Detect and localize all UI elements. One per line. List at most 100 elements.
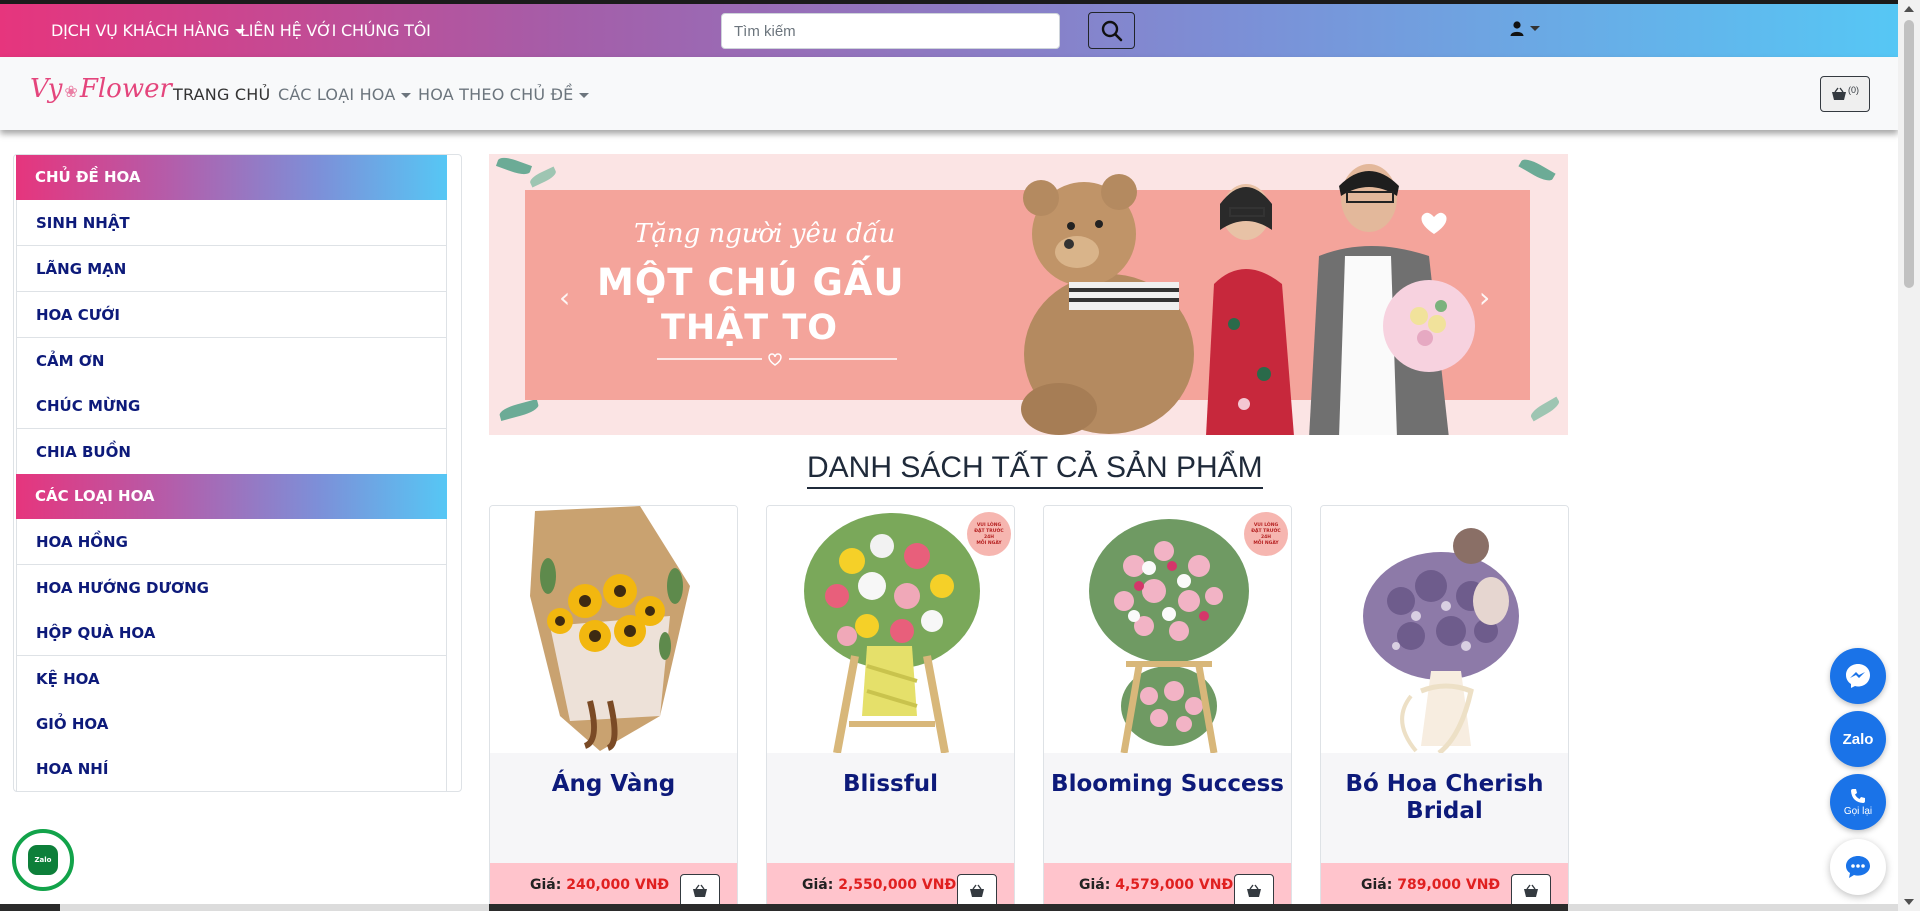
sidebar-item-wedding[interactable]: HOA CƯỚI: [16, 292, 447, 338]
sidebar-header-types: CÁC LOẠI HOA: [16, 474, 447, 519]
basket-icon: [1247, 884, 1261, 897]
banner-ornament: [657, 353, 897, 366]
page-root: DỊCH VỤ KHÁCH HÀNG LIÊN HỆ VỚI CHÚNG TÔI…: [0, 0, 1920, 911]
product-name[interactable]: Bó Hoa Cherish Bridal: [1327, 771, 1562, 825]
leaf-decoration: [1528, 396, 1562, 422]
carousel-next-button[interactable]: ›: [1479, 284, 1490, 312]
nav-home[interactable]: TRANG CHỦ: [173, 85, 270, 104]
carousel-prev-button[interactable]: ‹: [559, 284, 570, 312]
product-price: Giá: 240,000 VNĐ: [530, 877, 669, 893]
add-to-cart-button[interactable]: [1234, 874, 1274, 908]
scroll-segment: [0, 904, 60, 911]
section-title: DANH SÁCH TẤT CẢ SẢN PHẨM: [807, 451, 1263, 489]
basket-icon: [1832, 87, 1846, 100]
hero-banner[interactable]: Tặng người yêu dấu MỘT CHÚ GẤU THẬT TO ‹…: [489, 154, 1568, 435]
product-image[interactable]: [490, 506, 737, 753]
chat-button[interactable]: [1830, 839, 1886, 895]
sidebar-item-gift-boxes[interactable]: HỘP QUÀ HOA: [16, 610, 447, 656]
nav-by-theme-label: HOA THEO CHỦ ĐỀ: [418, 85, 574, 104]
cart-count: (0): [1848, 85, 1859, 95]
price-label: Giá:: [530, 877, 562, 893]
product-info: Blooming Success: [1044, 753, 1291, 863]
product-price: Giá: 789,000 VNĐ: [1361, 877, 1500, 893]
product-card[interactable]: VUI LÒNG ĐẶT TRƯỚC 24H MỖI NGÀY Blissful…: [766, 505, 1015, 911]
sidebar-item-flower-stands[interactable]: KỆ HOA: [16, 656, 447, 702]
sidebar-item-small-flowers[interactable]: HOA NHÍ: [16, 746, 447, 792]
preorder-badge: VUI LÒNG ĐẶT TRƯỚC 24H MỖI NGÀY: [1244, 512, 1288, 556]
sidebar-item-congrats[interactable]: CHÚC MỪNG: [16, 383, 447, 429]
product-card[interactable]: Áng Vàng Giá: 240,000 VNĐ: [489, 505, 738, 911]
leaf-decoration: [528, 166, 558, 188]
leaf-decoration: [1518, 155, 1556, 185]
user-icon: [1510, 21, 1524, 36]
leaf-decoration: [498, 399, 540, 421]
horizontal-scrollbar[interactable]: [0, 904, 1898, 911]
sidebar-item-birthday[interactable]: SINH NHẬT: [16, 200, 447, 246]
zalo-label: Zalo: [1842, 730, 1874, 748]
chat-bubble-icon: [1846, 856, 1870, 878]
sidebar-item-condolence[interactable]: CHIA BUỒN: [16, 429, 447, 475]
product-info: Bó Hoa Cherish Bridal: [1321, 753, 1568, 863]
add-to-cart-button[interactable]: [1511, 874, 1551, 908]
preorder-badge: VUI LÒNG ĐẶT TRƯỚC 24H MỖI NGÀY: [967, 512, 1011, 556]
customer-service-dropdown[interactable]: DỊCH VỤ KHÁCH HÀNG: [51, 21, 246, 40]
logo-text-vy: Vy: [30, 74, 63, 104]
price-label: Giá:: [1361, 877, 1393, 893]
banner-subtitle: Tặng người yêu dấu: [634, 219, 896, 249]
sidebar-item-romantic[interactable]: LÃNG MẠN: [16, 246, 447, 292]
price-value: 2,550,000 VNĐ: [838, 877, 957, 893]
user-menu[interactable]: [1510, 21, 1540, 36]
price-value: 789,000 VNĐ: [1397, 877, 1501, 893]
heart-icon: [1421, 212, 1447, 234]
zalo-button[interactable]: Zalo: [1830, 711, 1886, 767]
product-image[interactable]: VUI LÒNG ĐẶT TRƯỚC 24H MỖI NGÀY: [1044, 506, 1291, 754]
chevron-down-icon: [1530, 26, 1540, 31]
product-price: Giá: 4,579,000 VNĐ: [1079, 877, 1233, 893]
zalo-small-label: Zalo: [34, 856, 52, 864]
price-value: 4,579,000 VNĐ: [1115, 877, 1234, 893]
product-info: Áng Vàng: [490, 753, 737, 863]
product-image[interactable]: [1321, 506, 1568, 755]
sidebar-item-thanks[interactable]: CẢM ƠN: [16, 338, 447, 384]
nav-by-theme[interactable]: HOA THEO CHỦ ĐỀ: [418, 85, 590, 104]
chevron-down-icon: [401, 93, 412, 98]
badge-text: MỖI NGÀY: [1253, 541, 1279, 546]
zalo-chat-widget[interactable]: Zalo: [12, 829, 74, 891]
main-navbar: Vy ❀Flower TRANG CHỦ CÁC LOẠI HOA HOA THE…: [0, 57, 1898, 130]
product-name[interactable]: Áng Vàng: [496, 771, 731, 798]
product-card[interactable]: VUI LÒNG ĐẶT TRƯỚC 24H MỖI NGÀY Blooming…: [1043, 505, 1292, 911]
call-back-button[interactable]: Gọi lại: [1830, 774, 1886, 830]
product-card[interactable]: Bó Hoa Cherish Bridal Giá: 789,000 VNĐ: [1320, 505, 1569, 911]
product-name[interactable]: Blissful: [773, 771, 1008, 798]
product-image[interactable]: VUI LÒNG ĐẶT TRƯỚC 24H MỖI NGÀY: [767, 506, 1014, 754]
nav-flower-types[interactable]: CÁC LOẠI HOA: [278, 85, 412, 104]
add-to-cart-button[interactable]: [680, 874, 720, 908]
messenger-button[interactable]: [1830, 648, 1886, 704]
brand-logo[interactable]: Vy ❀Flower: [30, 74, 172, 104]
search-icon: [1101, 20, 1122, 41]
zalo-icon: Zalo: [28, 845, 58, 875]
sidebar-header-themes: CHỦ ĐỀ HOA: [16, 155, 447, 200]
basket-icon: [970, 884, 984, 897]
sidebar-item-sunflowers[interactable]: HOA HƯỚNG DƯƠNG: [16, 565, 447, 611]
sidebar-item-roses[interactable]: HOA HỒNG: [16, 519, 447, 565]
add-to-cart-button[interactable]: [957, 874, 997, 908]
contact-link[interactable]: LIÊN HỆ VỚI CHÚNG TÔI: [240, 21, 431, 40]
product-name[interactable]: Blooming Success: [1050, 771, 1285, 798]
banner-title-1: MỘT CHÚ GẤU: [597, 261, 905, 304]
cart-button[interactable]: (0): [1820, 76, 1870, 112]
search-input[interactable]: [721, 13, 1060, 49]
basket-icon: [693, 884, 707, 897]
sidebar-item-baskets[interactable]: GIỎ HOA: [16, 701, 447, 747]
scroll-down-icon[interactable]: [1904, 899, 1914, 905]
badge-text: MỖI NGÀY: [976, 541, 1002, 546]
scroll-segment: [489, 904, 1568, 911]
product-price: Giá: 2,550,000 VNĐ: [802, 877, 956, 893]
man-image: [1279, 156, 1479, 435]
scroll-up-icon[interactable]: [1904, 6, 1914, 12]
price-value: 240,000 VNĐ: [566, 877, 670, 893]
logo-text-flower: Flower: [79, 74, 172, 104]
search-button[interactable]: [1088, 12, 1135, 49]
flower-icon: ❀: [64, 82, 78, 101]
scrollbar-thumb[interactable]: [1904, 20, 1914, 288]
